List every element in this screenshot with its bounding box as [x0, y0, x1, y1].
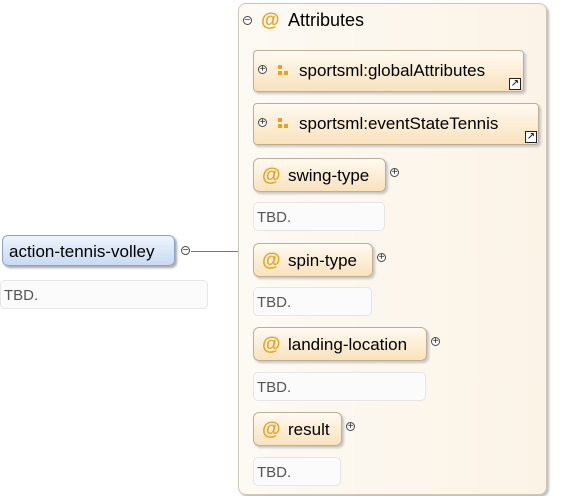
attribute-icon: @	[262, 334, 281, 355]
attribute-doc: TBD.	[253, 202, 385, 231]
attribute-swing-type[interactable]: @ swing-type	[253, 158, 386, 192]
group-title: Attributes	[288, 10, 365, 30]
expand-toggle-icon[interactable]: +	[390, 168, 399, 178]
root-element-name: action-tennis-volley	[9, 242, 155, 261]
collapse-toggle-icon[interactable]: −	[181, 246, 190, 256]
doc-text: TBD.	[257, 464, 292, 481]
attribute-doc: TBD.	[253, 457, 341, 486]
attribute-name: swing-type	[288, 166, 370, 185]
doc-text: TBD.	[257, 209, 292, 226]
attribute-icon: @	[262, 250, 281, 271]
root-element-box[interactable]: action-tennis-volley	[2, 235, 175, 266]
expand-toggle-icon[interactable]: +	[431, 337, 440, 347]
attribute-name: result	[288, 420, 330, 439]
link-arrow-icon[interactable]: ↗	[509, 78, 521, 90]
attribute-icon: @	[262, 419, 281, 440]
attribute-result[interactable]: @ result	[253, 412, 342, 446]
ref-event-state-tennis[interactable]: + sportsml:eventStateTennis ↗	[253, 103, 539, 145]
connector-line	[191, 251, 239, 252]
attribute-doc: TBD.	[253, 287, 372, 316]
group-attribute-icon: @	[261, 10, 280, 31]
attribute-spin-type[interactable]: @ spin-type	[253, 243, 373, 277]
attribute-group-icon	[278, 118, 289, 129]
attribute-landing-location[interactable]: @ landing-location	[253, 327, 427, 361]
attribute-doc: TBD.	[253, 372, 426, 401]
link-arrow-icon[interactable]: ↗	[525, 131, 537, 143]
ref-global-attributes[interactable]: + sportsml:globalAttributes ↗	[253, 50, 524, 92]
attribute-icon: @	[262, 165, 281, 186]
ref-name: sportsml:globalAttributes	[299, 61, 486, 80]
expand-toggle-icon[interactable]: +	[377, 253, 386, 263]
ref-name: sportsml:eventStateTennis	[299, 114, 499, 133]
attribute-name: spin-type	[288, 251, 357, 270]
expand-toggle-icon[interactable]: +	[258, 65, 267, 75]
expand-toggle-icon[interactable]: +	[258, 118, 267, 128]
root-doc-text: TBD.	[4, 287, 39, 304]
attribute-name: landing-location	[288, 335, 408, 354]
root-element-doc: TBD.	[0, 280, 208, 309]
group-collapse-toggle-icon[interactable]: −	[243, 16, 252, 26]
attribute-group-icon	[278, 65, 289, 76]
doc-text: TBD.	[257, 294, 292, 311]
doc-text: TBD.	[257, 379, 292, 396]
expand-toggle-icon[interactable]: +	[346, 422, 355, 432]
